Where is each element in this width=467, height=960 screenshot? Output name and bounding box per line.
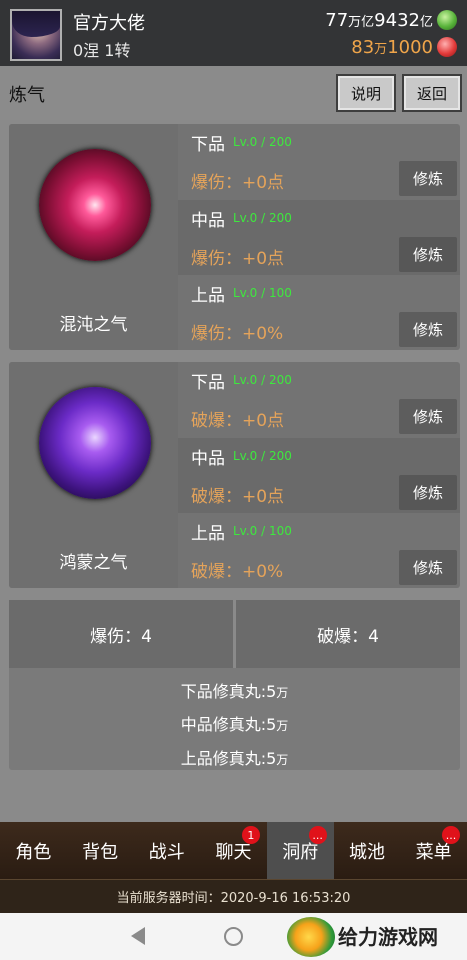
stat-summary: 爆伤：4 破爆：4 <box>9 600 460 668</box>
cultivate-button[interactable]: 修炼 <box>399 237 457 272</box>
grade-label: 中品 <box>191 449 225 469</box>
player-avatar[interactable] <box>10 9 62 61</box>
crit-break-total: 破爆：4 <box>236 600 460 668</box>
crit-damage-total: 爆伤：4 <box>9 600 233 668</box>
jade-icon <box>437 10 457 30</box>
currency-gem-amount-a: 83 <box>351 36 375 58</box>
currency-jade-unit-b: 亿 <box>419 14 433 30</box>
notification-badge: 1 <box>241 826 260 844</box>
level-label: Lv.0 / 200 <box>233 211 292 225</box>
pill-cost-label: 下品修真丸:5 <box>180 682 277 701</box>
nav-battle[interactable]: 战斗 <box>133 822 200 879</box>
notification-badge: ... <box>442 826 461 844</box>
watermark-logo-icon <box>287 917 335 957</box>
currency-gem-unit-a: 万 <box>374 41 388 57</box>
cultivate-button[interactable]: 修炼 <box>399 550 457 585</box>
nav-city[interactable]: 城池 <box>334 822 401 879</box>
pill-cost-unit: 万 <box>276 719 289 733</box>
stat-label: 爆伤：+0点 <box>191 173 285 193</box>
server-time: 当前服务器时间：2020-9-16 16:53:20 <box>0 879 467 913</box>
panel-name: 混沌之气 <box>59 315 128 335</box>
level-label: Lv.0 / 100 <box>233 524 292 538</box>
cultivate-button[interactable]: 修炼 <box>399 161 457 196</box>
nav-label: 背包 <box>82 841 119 863</box>
stat-label: 爆伤：+0点 <box>191 249 285 269</box>
home-circle-icon[interactable] <box>224 927 243 946</box>
pill-cost-unit: 万 <box>276 686 289 700</box>
level-label: Lv.0 / 200 <box>233 373 292 387</box>
pill-costs: 下品修真丸:5万 中品修真丸:5万 上品修真丸:5万 <box>9 668 460 770</box>
level-label: Lv.0 / 200 <box>233 135 292 149</box>
stat-label: 破爆：+0点 <box>191 411 285 431</box>
currency-gem-amount-b: 1000 <box>387 36 433 58</box>
player-name: 官方大佬 <box>73 13 145 34</box>
nav-cave[interactable]: 洞府... <box>266 822 334 879</box>
watermark-text: 给力游戏网 <box>338 925 438 949</box>
page-title: 炼气 <box>9 85 45 106</box>
nav-label: 战斗 <box>148 841 185 863</box>
currency-jade-amount-b: 9432 <box>374 9 420 31</box>
grade-label: 下品 <box>191 135 225 155</box>
bottom-nav: 角色 背包 战斗 聊天 1 洞府... 城池 菜单... <box>0 822 467 879</box>
gem-icon <box>437 37 457 57</box>
pill-cost: 上品修真丸:5万 <box>9 745 460 769</box>
level-label: Lv.0 / 200 <box>233 449 292 463</box>
nav-label: 角色 <box>15 841 52 863</box>
cultivate-button[interactable]: 修炼 <box>399 475 457 510</box>
stat-label: 爆伤：+0% <box>191 324 284 344</box>
cultivate-row: 上品 Lv.0 / 100 破爆：+0% 修炼 <box>178 513 460 588</box>
cultivate-row: 下品 Lv.0 / 200 爆伤：+0点 修炼 <box>178 124 460 199</box>
cultivate-row: 下品 Lv.0 / 200 破爆：+0点 修炼 <box>178 362 460 437</box>
chaos-qi-panel: 混沌之气 下品 Lv.0 / 200 爆伤：+0点 修炼 中品 Lv.0 / 2… <box>9 124 460 350</box>
grade-label: 上品 <box>191 286 225 306</box>
back-button[interactable]: 返回 <box>402 74 462 112</box>
nav-bag[interactable]: 背包 <box>67 822 134 879</box>
nav-chat[interactable]: 聊天 1 <box>200 822 267 879</box>
level-label: Lv.0 / 100 <box>233 286 292 300</box>
currency-jade: 77万亿9432亿 <box>325 9 457 31</box>
currency-jade-amount-a: 77 <box>325 9 349 31</box>
cultivate-row: 上品 Lv.0 / 100 爆伤：+0% 修炼 <box>178 275 460 350</box>
pill-cost-label: 中品修真丸:5 <box>180 715 277 734</box>
currency-jade-unit-a: 万亿 <box>348 14 375 30</box>
nav-label: 城池 <box>348 841 385 863</box>
stat-label: 破爆：+0% <box>191 562 284 582</box>
hongmeng-qi-info: 鸿蒙之气 <box>9 362 178 588</box>
nav-role[interactable]: 角色 <box>0 822 67 879</box>
cultivate-button[interactable]: 修炼 <box>399 312 457 347</box>
pill-cost-label: 上品修真丸:5 <box>180 749 277 768</box>
grade-label: 上品 <box>191 524 225 544</box>
panel-name: 鸿蒙之气 <box>59 553 128 573</box>
grade-label: 下品 <box>191 373 225 393</box>
hongmeng-orb-icon <box>39 387 151 499</box>
currency-gem: 83万1000 <box>351 36 457 58</box>
notification-badge: ... <box>308 826 327 844</box>
chaos-orb-icon <box>39 149 151 261</box>
back-triangle-icon[interactable] <box>131 927 145 945</box>
nav-menu[interactable]: 菜单... <box>400 822 467 879</box>
top-header: 官方大佬 0涅 1转 77万亿9432亿 83万1000 <box>0 0 467 66</box>
title-bar: 炼气 说明 返回 <box>0 66 467 120</box>
pill-cost: 下品修真丸:5万 <box>9 678 460 702</box>
help-button[interactable]: 说明 <box>336 74 396 112</box>
cultivate-button[interactable]: 修炼 <box>399 399 457 434</box>
hongmeng-qi-panel: 鸿蒙之气 下品 Lv.0 / 200 破爆：+0点 修炼 中品 Lv.0 / 2… <box>9 362 460 588</box>
grade-label: 中品 <box>191 211 225 231</box>
chaos-qi-info: 混沌之气 <box>9 124 178 350</box>
cultivate-row: 中品 Lv.0 / 200 破爆：+0点 修炼 <box>178 438 460 513</box>
player-rank: 0涅 1转 <box>73 41 131 60</box>
stat-label: 破爆：+0点 <box>191 487 285 507</box>
pill-cost-unit: 万 <box>276 753 289 767</box>
cultivate-row: 中品 Lv.0 / 200 爆伤：+0点 修炼 <box>178 200 460 275</box>
pill-cost: 中品修真丸:5万 <box>9 711 460 735</box>
